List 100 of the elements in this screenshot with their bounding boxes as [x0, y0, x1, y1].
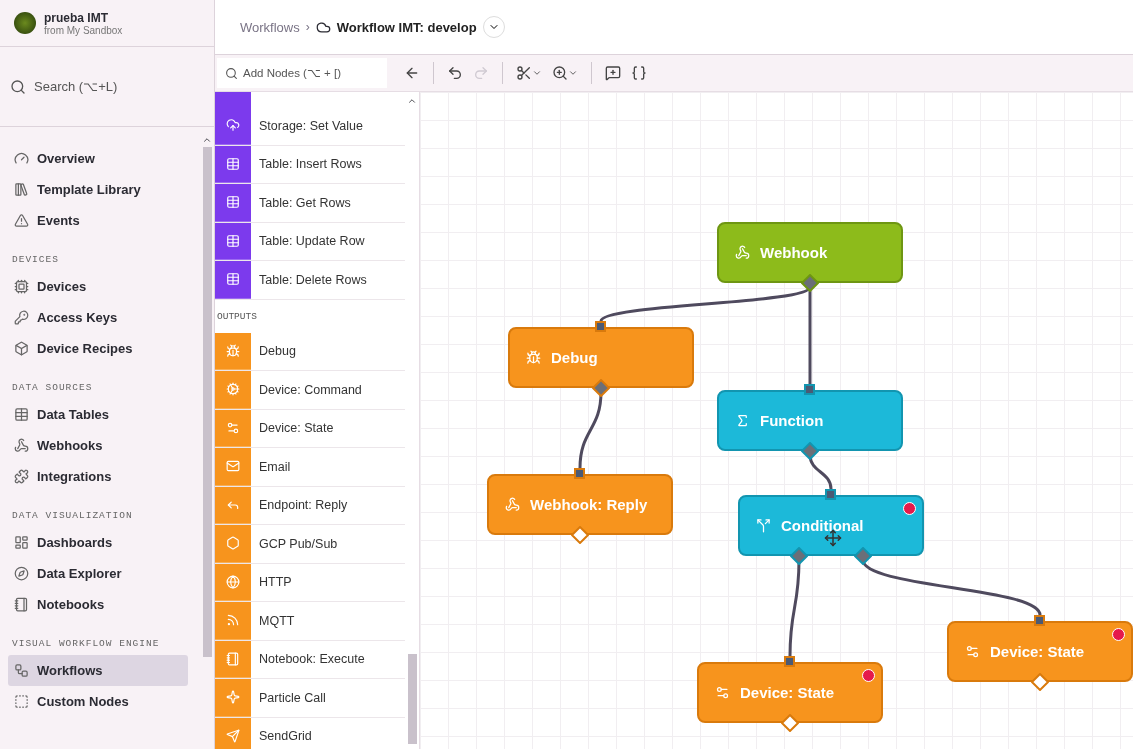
search-icon	[225, 66, 238, 80]
library-icon	[14, 182, 29, 197]
palette-node[interactable]: Device: Command	[215, 371, 405, 410]
nav-item[interactable]: Workflows	[8, 655, 188, 686]
input-port[interactable]	[595, 321, 606, 332]
palette-node[interactable]: Table: Delete Rows	[215, 261, 405, 300]
warning-icon	[14, 213, 29, 228]
org-subtitle: from My Sandbox	[44, 24, 123, 36]
breadcrumb-separator: ›	[305, 20, 310, 34]
nav-item[interactable]: Events	[8, 205, 188, 236]
sigma-icon	[735, 413, 750, 428]
section-heading: DEVICES	[11, 253, 60, 267]
table-icon	[226, 195, 240, 210]
key-icon	[14, 310, 29, 325]
palette-node[interactable]: Storage: Set Value	[215, 107, 405, 146]
output-port[interactable]	[790, 547, 808, 565]
scrollbar-thumb[interactable]	[202, 147, 212, 657]
palette-node[interactable]: Endpoint: Reply	[215, 486, 405, 525]
undo-icon	[447, 65, 463, 81]
nav-item[interactable]: Custom Nodes	[8, 686, 188, 717]
scissors-icon	[516, 65, 532, 81]
breadcrumb-link[interactable]: Workflows	[240, 19, 300, 35]
palette-node[interactable]: HTTP	[215, 563, 405, 602]
palette-node[interactable]: SendGrid	[215, 717, 405, 749]
notebook-icon	[14, 597, 29, 612]
send-icon	[226, 728, 240, 743]
comment-plus-icon	[605, 65, 621, 81]
org-avatar[interactable]	[14, 12, 36, 34]
nav-item[interactable]: Template Library	[8, 174, 188, 205]
gauge-icon	[14, 151, 29, 166]
workflow-icon	[14, 663, 29, 678]
bug-icon	[526, 350, 541, 365]
add-nodes-field[interactable]: Add Nodes (⌥ + [)	[217, 58, 387, 88]
output-port[interactable]	[801, 442, 819, 460]
palette-heading: OUTPUTS	[216, 309, 258, 324]
compass-icon	[14, 566, 29, 581]
palette-icon-strip	[215, 92, 251, 107]
sparkle-icon	[226, 690, 240, 705]
notebook-icon	[226, 651, 240, 666]
scrollbar-thumb[interactable]	[407, 654, 417, 744]
palette-node[interactable]: Table: Insert Rows	[215, 145, 405, 184]
org-name: prueba IMT	[44, 10, 109, 25]
palette-node[interactable]: GCP Pub/Sub	[215, 525, 405, 564]
palette-node[interactable]: Notebook: Execute	[215, 640, 405, 679]
nav-item[interactable]: Notebooks	[8, 589, 188, 620]
input-port[interactable]	[1034, 615, 1045, 626]
input-port[interactable]	[825, 489, 836, 500]
nav-item[interactable]: Access Keys	[8, 302, 188, 333]
mail-icon	[226, 459, 240, 474]
move-cursor-icon	[824, 529, 842, 547]
nav-item[interactable]: Data Tables	[8, 399, 188, 430]
input-port[interactable]	[804, 384, 815, 395]
dashboard-icon	[14, 535, 29, 550]
scroll-up-icon[interactable]	[407, 96, 417, 106]
nav-item[interactable]: Devices	[8, 271, 188, 302]
nav-item[interactable]: Webhooks	[8, 430, 188, 461]
section-heading: DATA VISUALIZATION	[11, 509, 134, 523]
square-icon	[14, 694, 29, 709]
nav-item[interactable]: Overview	[8, 143, 188, 174]
back-arrow-icon	[404, 65, 420, 81]
cloud-icon	[315, 19, 331, 35]
table-icon	[226, 272, 240, 287]
nav-item[interactable]: Data Explorer	[8, 558, 188, 589]
zoom-icon	[552, 65, 568, 81]
workflow-title: Workflow IMT: develop	[336, 19, 477, 35]
output-port[interactable]	[854, 547, 872, 565]
globe-icon	[226, 574, 240, 589]
hexagon-icon	[226, 536, 240, 551]
palette-node[interactable]: Email	[215, 448, 405, 487]
nav-item[interactable]: Device Recipes	[8, 333, 188, 364]
scroll-up-icon[interactable]	[202, 135, 212, 145]
search-field[interactable]: Search (⌥+L)	[0, 47, 214, 127]
palette-node[interactable]: Debug	[215, 332, 405, 371]
redo-icon	[473, 65, 489, 81]
section-heading: DATA SOURCES	[11, 381, 94, 395]
output-port[interactable]	[801, 274, 819, 292]
palette-node[interactable]: Table: Get Rows	[215, 184, 405, 223]
palette-node[interactable]: Table: Update Row	[215, 222, 405, 261]
nav-item[interactable]: Dashboards	[8, 527, 188, 558]
nav-item[interactable]: Integrations	[8, 461, 188, 492]
table-icon	[14, 407, 29, 422]
palette-node[interactable]: Device: State	[215, 409, 405, 448]
input-port[interactable]	[574, 468, 585, 479]
version-dropdown-button[interactable]	[482, 16, 505, 38]
cloud-upload-icon	[226, 118, 240, 133]
split-icon	[756, 518, 771, 533]
input-port[interactable]	[784, 656, 795, 667]
braces-icon	[631, 65, 647, 81]
chip-icon	[14, 279, 29, 294]
webhook-icon	[505, 497, 520, 512]
puzzle-icon	[14, 469, 29, 484]
section-heading: VISUAL WORKFLOW ENGINE	[11, 637, 161, 651]
feed-icon	[226, 613, 240, 628]
palette-node[interactable]: MQTT	[215, 602, 405, 641]
webhook-icon	[735, 245, 750, 260]
box-icon	[14, 341, 29, 356]
palette-node[interactable]: Particle Call	[215, 679, 405, 718]
caret-icon	[568, 68, 578, 78]
output-port[interactable]	[592, 379, 610, 397]
bug-icon	[226, 343, 240, 358]
